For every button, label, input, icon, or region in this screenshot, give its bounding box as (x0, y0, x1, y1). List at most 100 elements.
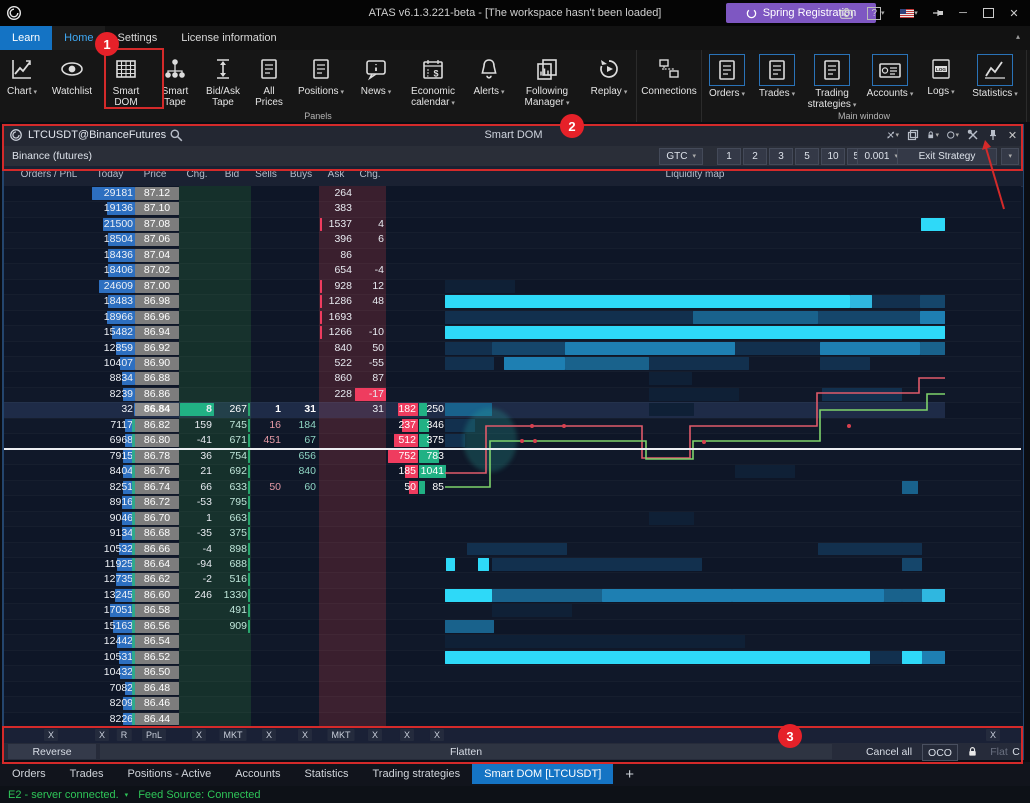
mini-button-mkt-5[interactable]: MKT (220, 729, 247, 741)
dom-row-86.56[interactable]: 1516386.56909 (4, 619, 1021, 635)
circle-icon[interactable]: ▾ (946, 129, 959, 142)
column-header-orders-pnl[interactable]: Orders / PnL (21, 169, 78, 180)
mini-button-x-12[interactable]: X (986, 729, 1000, 741)
toolbar-button-chart[interactable]: Chart▾ (0, 50, 44, 112)
bottom-tab-trades[interactable]: Trades (58, 764, 116, 784)
tab-learn[interactable]: Learn (0, 26, 52, 50)
dom-row-86.58[interactable]: 1705186.58491 (4, 603, 1021, 619)
bottom-tab-orders[interactable]: Orders (0, 764, 58, 784)
cancel-all-button[interactable]: Cancel all (860, 744, 918, 759)
language-flag-icon[interactable]: ▾ (896, 5, 922, 21)
tab-settings[interactable]: Settings (105, 26, 169, 50)
toolbar-button-all-prices[interactable]: All Prices (248, 50, 290, 112)
qty-button-5[interactable]: 5 (795, 148, 819, 165)
toolbar-button-logs[interactable]: LOGLogs▾ (918, 50, 964, 112)
toolbar-button-bid-ask-tape[interactable]: Bid/Ask Tape (198, 50, 248, 112)
exit-strategy-caret[interactable]: ▾ (1001, 148, 1019, 165)
dom-row-86.60[interactable]: 1324586.602461330 (4, 588, 1021, 604)
mini-button-x-11[interactable]: X (430, 729, 444, 741)
toolbar-button-trades[interactable]: Trades▾ (752, 50, 802, 112)
dom-row-87.12[interactable]: 2918187.12264 (4, 186, 1021, 202)
dom-row-86.86[interactable]: 823986.86228-17 (4, 387, 1021, 403)
qty-button-2[interactable]: 2 (743, 148, 767, 165)
dom-row-86.92[interactable]: 1285986.9284050 (4, 341, 1021, 357)
toolbar-button-smart-dom[interactable]: Smart DOM (100, 50, 152, 112)
mini-button-x-4[interactable]: X (192, 729, 206, 741)
help-icon[interactable]: ?▾ (863, 5, 889, 21)
reverse-button[interactable]: Reverse (8, 744, 96, 759)
toolbar-button-statistics[interactable]: Statistics▾ (964, 50, 1026, 112)
bottom-tab-statistics[interactable]: Statistics (292, 764, 360, 784)
qty-button-1[interactable]: 1 (717, 148, 741, 165)
dom-row-86.84[interactable]: 3286.84826713131182250 (4, 402, 1021, 418)
dom-row-87.08[interactable]: 2150087.0815374 (4, 217, 1021, 233)
toolbar-button-following-manager[interactable]: Following Manager▾ (512, 50, 582, 112)
mini-button-x-9[interactable]: X (368, 729, 382, 741)
dom-row-86.48[interactable]: 708286.48 (4, 681, 1021, 697)
toolbar-button-connections[interactable]: Connections (637, 50, 701, 112)
column-header-buys[interactable]: Buys (290, 169, 312, 180)
server-status[interactable]: E2 - server connected. (8, 789, 119, 801)
bottom-tab-positions-active[interactable]: Positions - Active (115, 764, 223, 784)
settings-tools-icon[interactable] (966, 129, 979, 142)
mini-button-x-1[interactable]: X (95, 729, 109, 741)
close-icon[interactable]: ✕ (1006, 129, 1019, 142)
exit-strategy-select[interactable]: Exit Strategy (897, 148, 997, 165)
mini-button-x-10[interactable]: X (400, 729, 414, 741)
column-header-price[interactable]: Price (144, 169, 167, 180)
column-header-chg-[interactable]: Chg. (359, 169, 380, 180)
dom-row-86.96[interactable]: 1896686.961693 (4, 310, 1021, 326)
dom-row-86.90[interactable]: 1040786.90522-55 (4, 356, 1021, 372)
toolbar-button-news[interactable]: News▾ (352, 50, 400, 112)
toolbar-button-watchlist[interactable]: Watchlist (44, 50, 100, 112)
column-header-today[interactable]: Today (97, 169, 124, 180)
dom-row-86.62[interactable]: 1273586.62-2516 (4, 572, 1021, 588)
bottom-tab-accounts[interactable]: Accounts (223, 764, 292, 784)
toolbar-button-smart-tape[interactable]: Smart Tape (152, 50, 198, 112)
unpin-arrows-icon[interactable]: ▾ (886, 129, 899, 142)
dom-row-86.64[interactable]: 1192586.64-94688 (4, 557, 1021, 573)
dom-row-86.74[interactable]: 825186.746663350605085 (4, 480, 1021, 496)
screenshot-camera-icon[interactable] (838, 5, 854, 21)
dom-row-86.98[interactable]: 1848386.98128648 (4, 294, 1021, 310)
flatten-button[interactable]: Flatten (100, 744, 832, 759)
dom-row-86.68[interactable]: 913486.68-35375 (4, 526, 1021, 542)
column-header-sells[interactable]: Sells (255, 169, 277, 180)
tif-select[interactable]: GTC▾ (659, 148, 703, 165)
dom-row-86.50[interactable]: 1043286.50 (4, 665, 1021, 681)
add-tab-button[interactable]: + (613, 766, 646, 783)
dom-row-86.46[interactable]: 820986.46 (4, 696, 1021, 712)
flat-button[interactable]: Flat (986, 744, 1012, 759)
mini-button-pnl-3[interactable]: PnL (142, 729, 166, 741)
collapse-ribbon-icon[interactable]: ▴ (1016, 32, 1020, 41)
dom-row-86.66[interactable]: 1053286.66-4898 (4, 542, 1021, 558)
column-header-chg-[interactable]: Chg. (186, 169, 207, 180)
pin-window-icon[interactable] (930, 5, 946, 21)
dom-row-86.44[interactable]: 822686.44 (4, 712, 1021, 728)
maximize-button[interactable] (980, 5, 996, 21)
dom-row-86.70[interactable]: 904686.701663 (4, 511, 1021, 527)
smart-dom-titlebar[interactable]: LTCUSDT@BinanceFutures Smart DOM ▾▾▾✕ (4, 124, 1023, 146)
dom-row-86.88[interactable]: 883486.8886087 (4, 371, 1021, 387)
column-header-liquidity-map[interactable]: Liquidity map (666, 169, 725, 180)
close-button[interactable]: ✕ (1006, 5, 1022, 21)
status-caret-icon[interactable]: ▾ (125, 791, 129, 799)
dom-row-87.10[interactable]: 1913687.10383 (4, 201, 1021, 217)
mini-button-x-6[interactable]: X (262, 729, 276, 741)
column-header-bid[interactable]: Bid (225, 169, 239, 180)
duplicate-icon[interactable] (906, 129, 919, 142)
mini-button-x-7[interactable]: X (298, 729, 312, 741)
bottom-tab-trading-strategies[interactable]: Trading strategies (360, 764, 472, 784)
toolbar-button-alerts[interactable]: Alerts▾ (466, 50, 512, 112)
bottom-tab-smart-dom-ltcusdt-[interactable]: Smart DOM [LTCUSDT] (472, 764, 613, 784)
close-position-button[interactable]: C (1010, 744, 1022, 759)
toolbar-button-replay[interactable]: Replay▾ (582, 50, 636, 112)
mini-button-r-2[interactable]: R (117, 729, 132, 741)
mini-button-mkt-8[interactable]: MKT (328, 729, 355, 741)
lock-button[interactable] (960, 744, 984, 759)
dom-row-87.00[interactable]: 2460987.0092812 (4, 279, 1021, 295)
dom-row-86.72[interactable]: 891686.72-53795 (4, 495, 1021, 511)
lock-icon[interactable]: ▾ (926, 129, 939, 142)
mini-button-x-0[interactable]: X (44, 729, 58, 741)
dom-row-86.94[interactable]: 1548286.941266-10 (4, 325, 1021, 341)
